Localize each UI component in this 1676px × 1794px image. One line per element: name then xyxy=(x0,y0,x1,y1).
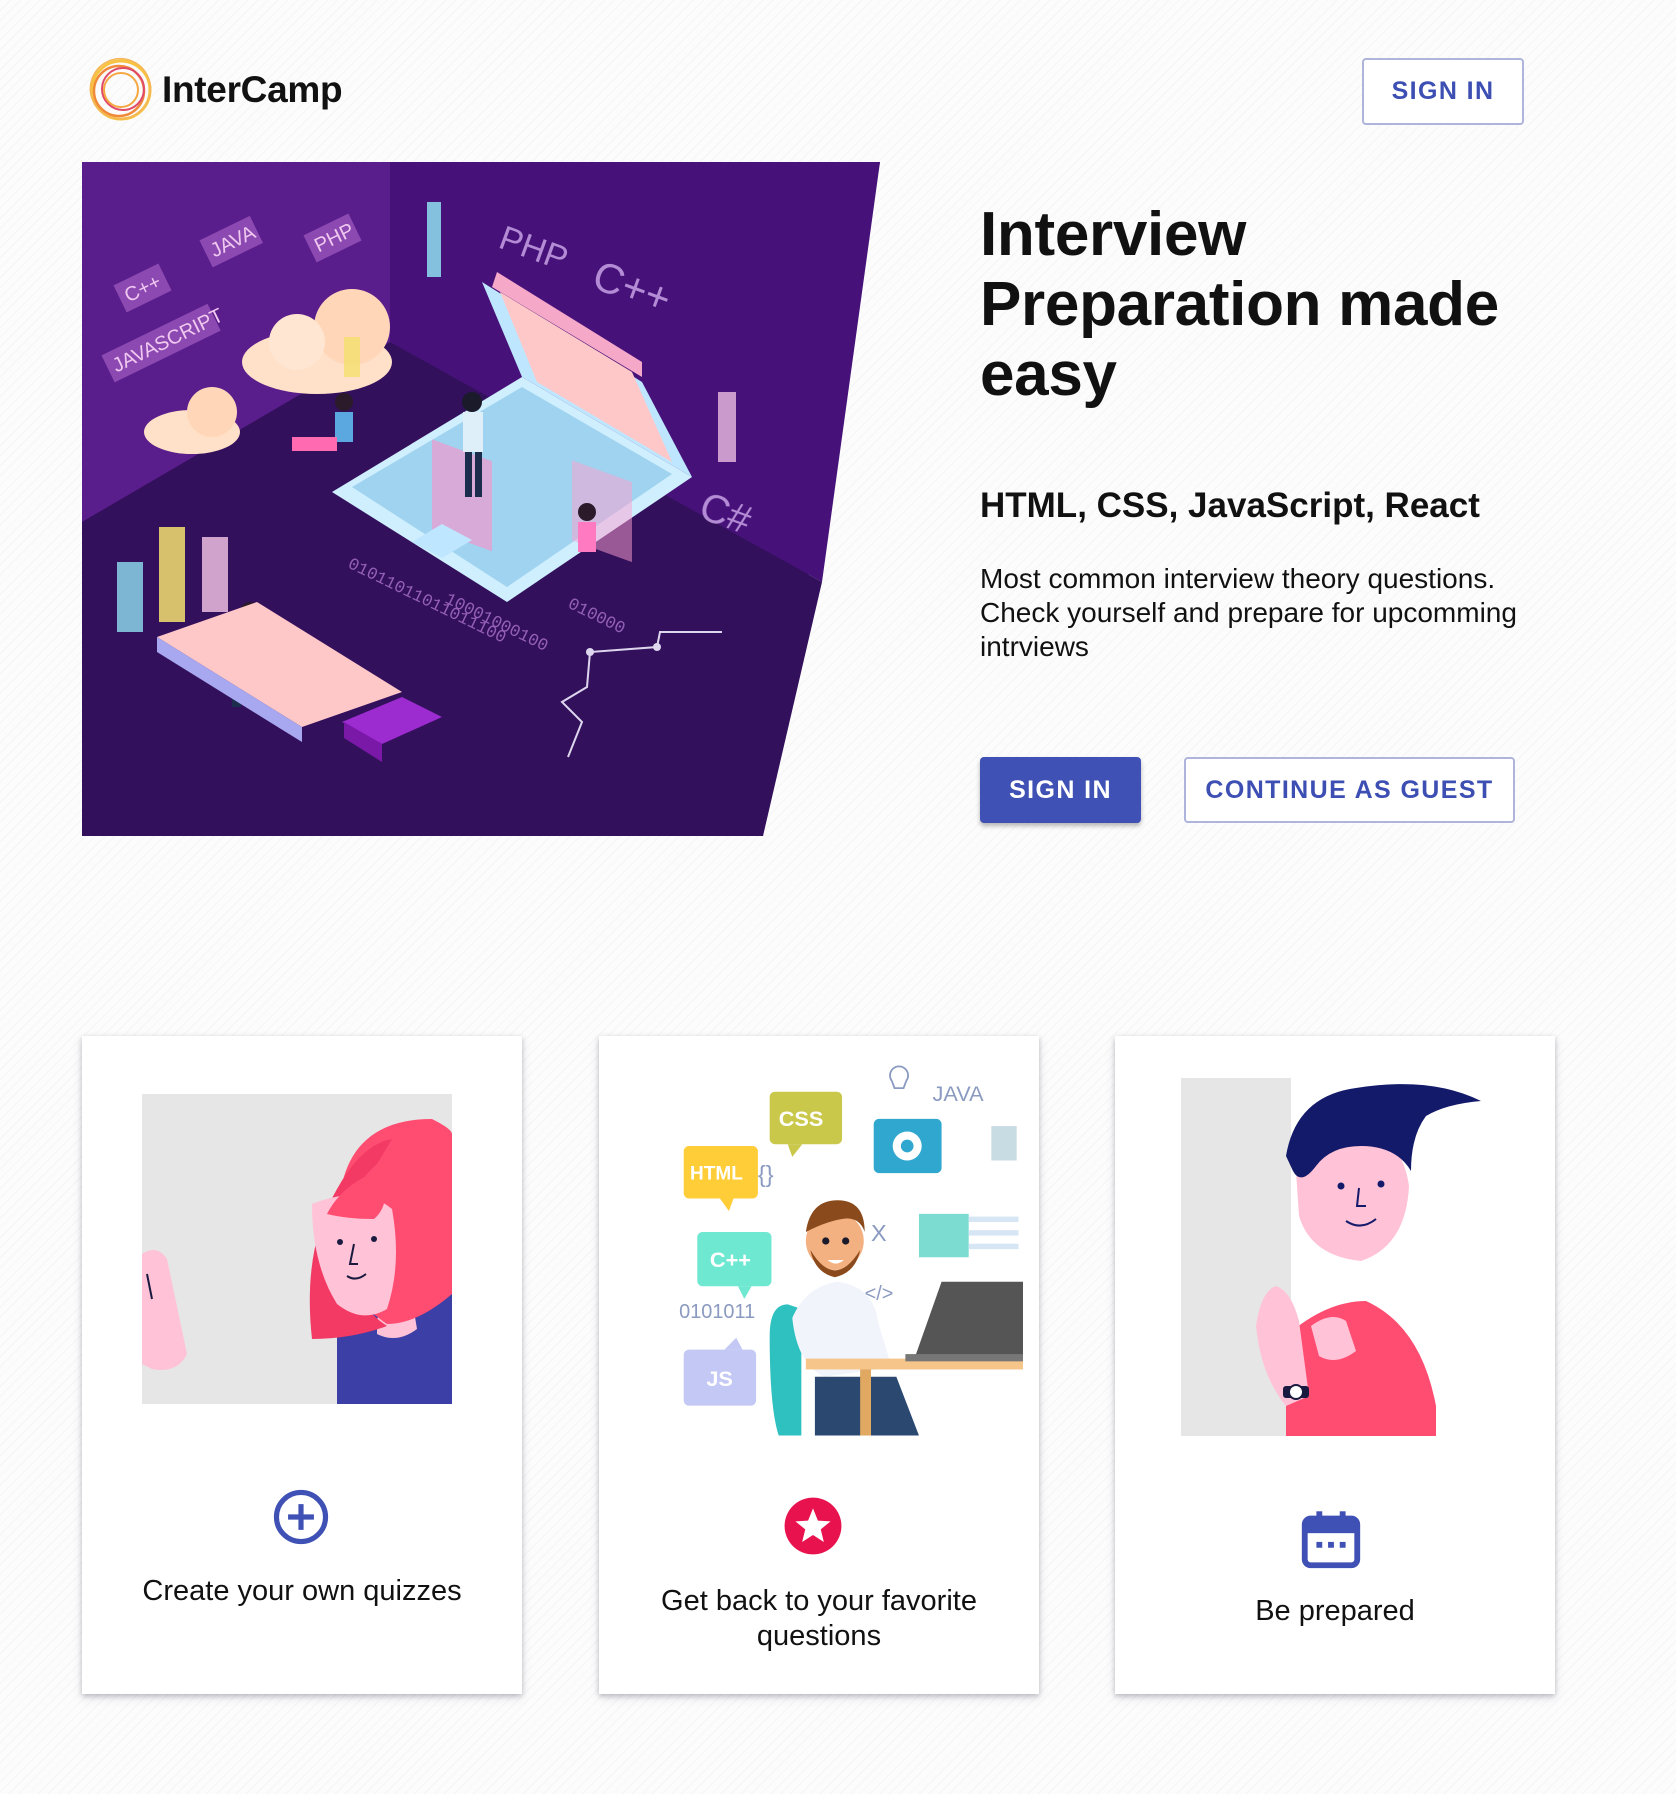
hero-text: Interview Preparation made easy xyxy=(980,200,1540,410)
art-cpp: C++ xyxy=(710,1247,751,1272)
hero-sign-in-button[interactable]: SIGN IN xyxy=(980,757,1141,823)
add-circle-icon xyxy=(273,1489,329,1545)
hero-illustration: C++ JAVA PHP JAVASCRIPT PHP C++ C# 01011… xyxy=(82,162,880,836)
star-icon xyxy=(784,1497,842,1555)
art-js: JS xyxy=(706,1366,733,1391)
hero-title: Interview Preparation made easy xyxy=(980,200,1499,409)
logo[interactable]: InterCamp xyxy=(88,57,343,123)
art-css: CSS xyxy=(779,1106,824,1131)
woman-illustration xyxy=(142,1094,452,1404)
feature-label: Get back to your favorite questions xyxy=(661,1585,977,1652)
art-braces: {} xyxy=(758,1161,774,1187)
art-binary: 0101011 xyxy=(679,1301,755,1323)
top-bar: InterCamp SIGN IN xyxy=(0,0,1676,150)
continue-as-guest-button[interactable]: CONTINUE AS GUEST xyxy=(1184,757,1515,823)
feature-label: Create your own quizzes xyxy=(142,1575,462,1607)
hero-subtitle: HTML, CSS, JavaScript, React xyxy=(980,486,1480,525)
feature-label: Be prepared xyxy=(1255,1595,1415,1627)
calendar-icon xyxy=(1301,1511,1361,1569)
feature-card-be-prepared[interactable]: Be prepared xyxy=(1115,1036,1555,1694)
hero-description: Most common interview theory questions. … xyxy=(980,563,1517,662)
logo-icon xyxy=(89,57,152,121)
feature-card-create-quizzes[interactable]: Create your own quizzes xyxy=(82,1036,522,1694)
developer-illustration: CSS HTML C++ JS JAVA 0101011 {} </> X xyxy=(679,1065,1023,1436)
brand-name: InterCamp xyxy=(162,69,343,110)
man-illustration xyxy=(1181,1078,1481,1436)
art-html: HTML xyxy=(690,1163,743,1184)
art-java: JAVA xyxy=(933,1081,985,1106)
feature-card-favorite-questions[interactable]: CSS HTML C++ JS JAVA 0101011 {} </> X Ge… xyxy=(599,1036,1039,1694)
header-sign-in-button[interactable]: SIGN IN xyxy=(1362,58,1524,125)
art-x: X xyxy=(871,1220,887,1246)
